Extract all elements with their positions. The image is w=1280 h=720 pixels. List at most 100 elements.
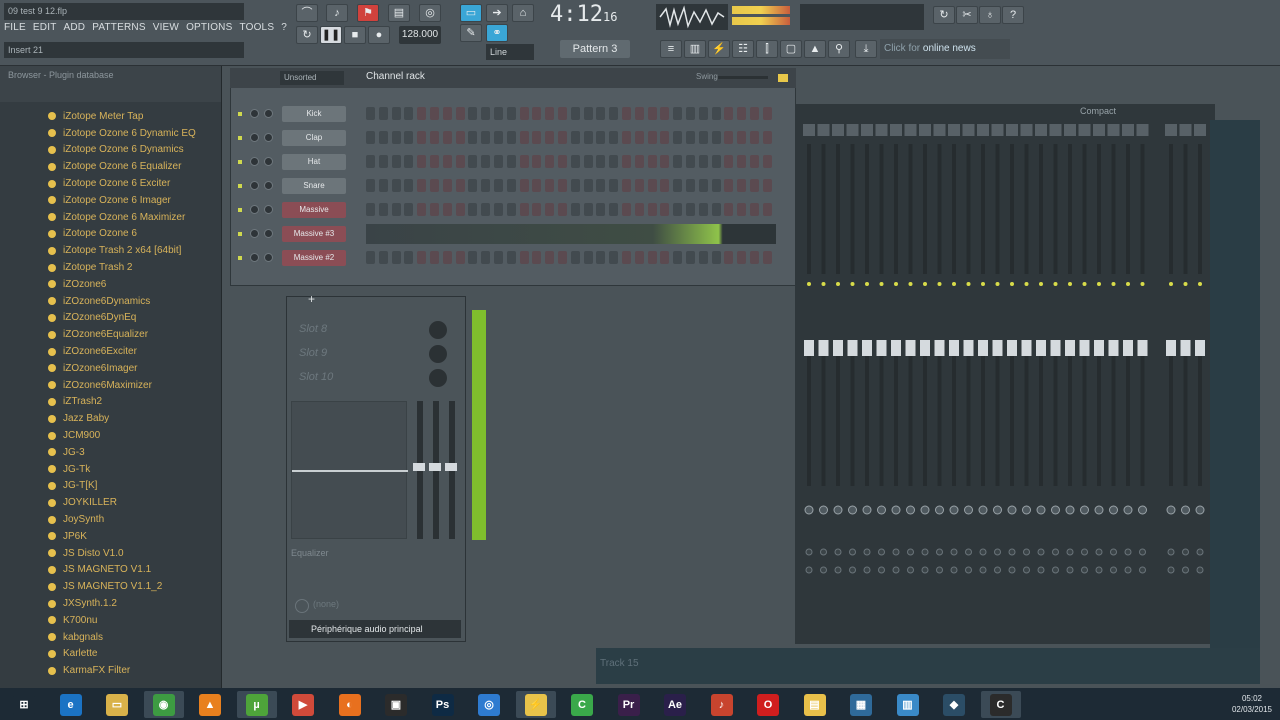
- track-send-knob[interactable]: [1138, 505, 1147, 515]
- step-button[interactable]: [698, 179, 708, 192]
- track-header[interactable]: [1194, 124, 1206, 136]
- step-button[interactable]: [430, 179, 439, 192]
- plugin-item[interactable]: JCM900: [48, 427, 221, 444]
- mixer-track[interactable]: [948, 124, 960, 574]
- fx-slot-8[interactable]: Slot 8: [299, 323, 327, 335]
- track-mute-led[interactable]: [1183, 282, 1188, 286]
- track-header[interactable]: [919, 124, 931, 136]
- track-header[interactable]: [948, 124, 960, 136]
- track-header[interactable]: [1136, 124, 1149, 136]
- step-button[interactable]: [634, 155, 644, 168]
- track-send-knob[interactable]: [1080, 505, 1089, 515]
- track-stereo-knob[interactable]: [907, 566, 914, 574]
- track-send-knob[interactable]: [1007, 505, 1017, 515]
- project-icon[interactable]: ▢: [780, 40, 802, 58]
- track-stereo-knob[interactable]: [1167, 566, 1175, 574]
- step-button[interactable]: [724, 107, 734, 120]
- track-pan-knob[interactable]: [1124, 548, 1132, 556]
- loop-icon[interactable]: ↻: [296, 26, 318, 44]
- download-icon[interactable]: ⤓: [855, 40, 877, 58]
- track-send-knob[interactable]: [819, 505, 828, 515]
- link-icon[interactable]: ⚭: [486, 24, 508, 42]
- step-button[interactable]: [570, 179, 580, 192]
- step-button[interactable]: [596, 131, 606, 144]
- track-mute-led[interactable]: [981, 282, 985, 286]
- track-pan-knob[interactable]: [907, 548, 914, 556]
- step-button[interactable]: [468, 107, 478, 120]
- step-button[interactable]: [532, 251, 542, 264]
- loop-record-icon[interactable]: ◎: [419, 4, 441, 22]
- track-pan-knob[interactable]: [1167, 548, 1175, 556]
- track-fader[interactable]: [1079, 340, 1090, 356]
- piano-roll-icon[interactable]: ▥: [684, 40, 706, 58]
- plugin-item[interactable]: JOYKILLER: [48, 494, 221, 511]
- taskbar-app-vlc-icon[interactable]: ▲: [190, 691, 230, 718]
- track-fader[interactable]: [804, 340, 814, 356]
- step-button[interactable]: [762, 107, 772, 120]
- step-button[interactable]: [570, 155, 580, 168]
- step-button[interactable]: [622, 131, 631, 144]
- step-button[interactable]: [622, 251, 631, 264]
- step-button[interactable]: [570, 203, 580, 216]
- channel-volume-knob[interactable]: [264, 181, 273, 190]
- step-button[interactable]: [737, 131, 747, 144]
- plugin-item[interactable]: iZOzone6Equalizer: [48, 326, 221, 343]
- step-button[interactable]: [634, 203, 644, 216]
- pencil-icon[interactable]: ✎: [460, 24, 482, 42]
- eq-band-1-handle[interactable]: [413, 463, 425, 471]
- stop-button[interactable]: ■: [344, 26, 366, 44]
- step-button[interactable]: [481, 155, 491, 168]
- track-fader[interactable]: [891, 340, 901, 356]
- step-button[interactable]: [417, 107, 427, 120]
- track-header[interactable]: [875, 124, 888, 136]
- track-pan-knob[interactable]: [834, 548, 842, 556]
- channel-volume-knob[interactable]: [264, 253, 273, 262]
- track-mute-led[interactable]: [1198, 282, 1202, 286]
- pattern-selector[interactable]: Pattern 3: [560, 40, 630, 58]
- channel-pan-knob[interactable]: [250, 133, 259, 142]
- song-mode-icon[interactable]: ⌒: [296, 4, 318, 22]
- fx-slot-10[interactable]: Slot 10: [299, 371, 333, 383]
- menu-edit[interactable]: EDIT: [33, 22, 57, 36]
- menu-view[interactable]: VIEW: [153, 22, 179, 36]
- track-send-knob[interactable]: [949, 505, 959, 515]
- taskbar-app-net-icon[interactable]: ▦: [841, 691, 881, 718]
- step-button[interactable]: [519, 155, 529, 168]
- step-button[interactable]: [506, 155, 516, 168]
- step-button[interactable]: [647, 203, 657, 216]
- mixer-track[interactable]: [1006, 124, 1018, 574]
- taskbar-app-firefox-icon[interactable]: ◐: [330, 691, 370, 718]
- taskbar-app-c2-icon[interactable]: C: [980, 691, 1021, 718]
- track-mute-led[interactable]: [879, 282, 884, 286]
- step-button[interactable]: [545, 155, 555, 168]
- step-button[interactable]: [724, 179, 734, 192]
- track-send-knob[interactable]: [833, 505, 843, 515]
- track-pan-knob[interactable]: [820, 548, 827, 556]
- step-button[interactable]: [506, 179, 516, 192]
- step-button[interactable]: [430, 251, 439, 264]
- step-button[interactable]: [647, 107, 657, 120]
- track-fader[interactable]: [1050, 340, 1061, 356]
- track-send-knob[interactable]: [804, 505, 814, 515]
- tempo-icon[interactable]: ▲: [804, 40, 826, 58]
- taskbar-app-chrome-icon[interactable]: ◎: [469, 691, 509, 718]
- step-button[interactable]: [391, 251, 401, 264]
- track-header[interactable]: [1122, 124, 1134, 136]
- mixer-track[interactable]: [875, 124, 888, 574]
- step-button[interactable]: [468, 131, 478, 144]
- track-pan-knob[interactable]: [863, 548, 871, 556]
- step-button[interactable]: [762, 155, 772, 168]
- track-mute-led[interactable]: [1082, 282, 1087, 286]
- eq-band-2-handle[interactable]: [429, 463, 441, 471]
- step-button[interactable]: [532, 107, 542, 120]
- plugin-item[interactable]: JXSynth.1.2: [48, 595, 221, 612]
- mixer-track[interactable]: [1078, 124, 1091, 574]
- channel-volume-knob[interactable]: [264, 133, 273, 142]
- track-stereo-knob[interactable]: [1081, 566, 1088, 574]
- step-button[interactable]: [404, 179, 414, 192]
- track-pan-knob[interactable]: [1081, 548, 1088, 556]
- mixer-track[interactable]: [1194, 124, 1206, 574]
- step-button[interactable]: [391, 131, 401, 144]
- track-send-knob[interactable]: [1094, 505, 1104, 515]
- track-send-knob[interactable]: [1022, 505, 1031, 515]
